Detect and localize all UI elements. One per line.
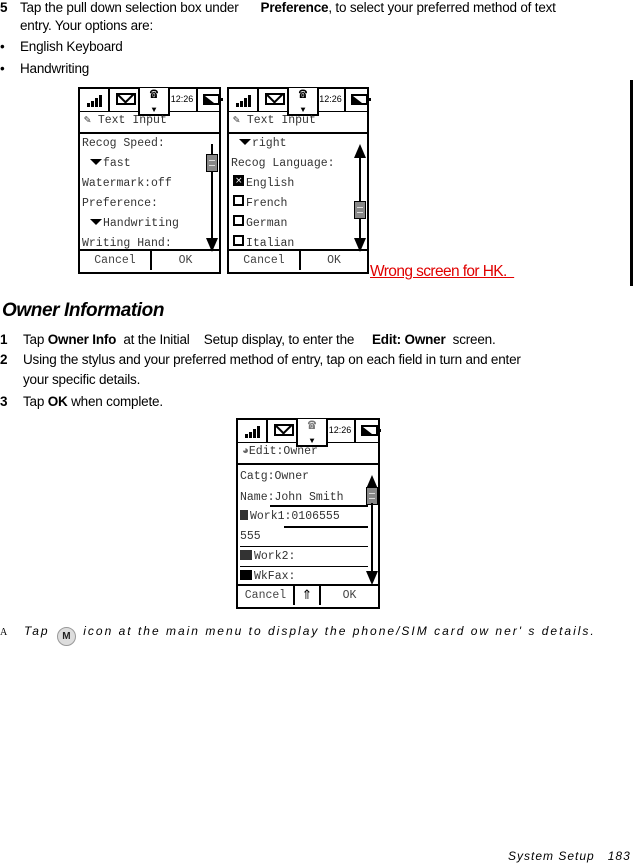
recog-speed-dropdown[interactable]: fast xyxy=(82,154,131,174)
battery-icon xyxy=(356,420,381,442)
work1-field[interactable]: Work1:0106555 xyxy=(240,507,340,527)
footer-section: System Setup xyxy=(508,849,595,863)
review-annotation: Wrong screen for HK. xyxy=(370,263,515,280)
battery-icon xyxy=(198,89,223,111)
checkbox[interactable] xyxy=(233,195,244,206)
fax-icon xyxy=(240,570,252,580)
phone-screen-text-input-1: 12:26 ☎ ▼ ✎ Text Input Recog Speed: fast … xyxy=(78,87,223,274)
ok-button[interactable]: OK xyxy=(321,586,378,605)
step-5-line-2: entry. Your options are: xyxy=(20,18,154,33)
scroll-thumb[interactable] xyxy=(206,154,218,172)
step-2-line-2: your specific details. xyxy=(23,372,141,387)
clock: 12:26 xyxy=(170,94,194,104)
message-icon[interactable] xyxy=(259,89,289,111)
status-bar: 12:26 ☎ ▼ xyxy=(238,419,381,447)
page-number: 183 xyxy=(607,849,631,863)
language-option-english[interactable]: English xyxy=(231,171,294,194)
signal-icon xyxy=(80,89,110,111)
step-3: 3 Tap OK when complete. xyxy=(0,394,163,409)
checkbox-checked[interactable] xyxy=(233,171,244,191)
scrollbar[interactable] xyxy=(365,465,379,589)
option-item: • Handwriting xyxy=(0,61,90,76)
step-text: Tap the pull down selection box under Pre… xyxy=(20,0,556,15)
recog-language-label: Recog Language: xyxy=(231,157,335,170)
preference-label: Preference: xyxy=(82,197,158,210)
checkbox[interactable] xyxy=(233,235,244,246)
work2-field[interactable]: Work2: xyxy=(240,547,295,567)
language-option-german[interactable]: German xyxy=(231,214,287,234)
step-number: 5 xyxy=(0,0,8,15)
fax-phone-icon xyxy=(240,550,252,560)
scrollbar[interactable] xyxy=(353,134,367,254)
step-2: 2 Using the stylus and your preferred me… xyxy=(0,352,521,367)
checkbox[interactable] xyxy=(233,215,244,226)
category-field[interactable]: Catg:Owner xyxy=(240,467,309,487)
phone-screen-edit-owner: 12:26 ☎ ▼ ◕Edit:Owner Catg:Owner Name:Joh… xyxy=(236,418,381,609)
phone-screen-text-input-2: 12:26 ☎ ▼ ✎ Text Input right Recog Langua… xyxy=(227,87,371,274)
dropdown-arrow-icon xyxy=(90,219,102,225)
step-5-line-1: 5 Tap the pull down selection box under P… xyxy=(0,0,556,16)
message-icon[interactable] xyxy=(268,420,298,442)
note: A Tap M icon at the main menu to display… xyxy=(0,624,594,646)
dropdown-arrow-icon xyxy=(239,139,251,145)
page-up-icon[interactable]: ⇑ xyxy=(295,586,319,605)
contact-icon: ◕ xyxy=(242,445,249,458)
work1-field-continued[interactable]: 555 xyxy=(240,527,261,547)
ok-button[interactable]: OK xyxy=(152,251,219,270)
cancel-button[interactable]: Cancel xyxy=(238,586,293,605)
preference-dropdown[interactable]: Handwriting xyxy=(82,214,179,234)
battery-icon xyxy=(346,89,371,111)
language-option-french[interactable]: French xyxy=(231,194,287,214)
recog-speed-label: Recog Speed: xyxy=(82,137,165,150)
screen-title: Text Input xyxy=(97,114,167,127)
cancel-button[interactable]: Cancel xyxy=(229,251,299,270)
scroll-down-arrow-icon[interactable] xyxy=(366,571,378,585)
message-icon[interactable] xyxy=(110,89,140,111)
status-bar: 12:26 ☎ ▼ xyxy=(229,88,371,116)
watermark-setting[interactable]: Watermark:off xyxy=(82,174,172,194)
option-item: • English Keyboard xyxy=(0,39,123,54)
screen-title: Text Input xyxy=(246,114,316,127)
phone-work-icon xyxy=(240,510,248,520)
pen-icon: ✎ xyxy=(84,114,91,127)
motorola-icon: M xyxy=(56,627,76,646)
screen-title: Edit:Owner xyxy=(248,445,318,458)
pen-icon: ✎ xyxy=(233,114,240,127)
writing-hand-dropdown[interactable]: right xyxy=(231,134,287,154)
status-bar: 12:26 ☎ ▼ xyxy=(80,88,223,116)
scrollbar[interactable] xyxy=(205,134,219,254)
cancel-button[interactable]: Cancel xyxy=(80,251,150,270)
step-1: 1 Tap Owner Info at the Initial Setup di… xyxy=(0,332,496,347)
signal-icon xyxy=(238,420,268,442)
page-footer: System Setup 183 xyxy=(508,849,631,863)
dropdown-arrow-icon xyxy=(90,159,102,165)
ok-button[interactable]: OK xyxy=(301,251,367,270)
clock: 12:26 xyxy=(319,94,342,104)
clock: 12:26 xyxy=(328,425,352,435)
scroll-thumb[interactable] xyxy=(354,201,366,219)
signal-icon xyxy=(229,89,259,111)
note-marker: A xyxy=(0,627,8,638)
section-title: Owner Information xyxy=(2,300,165,321)
